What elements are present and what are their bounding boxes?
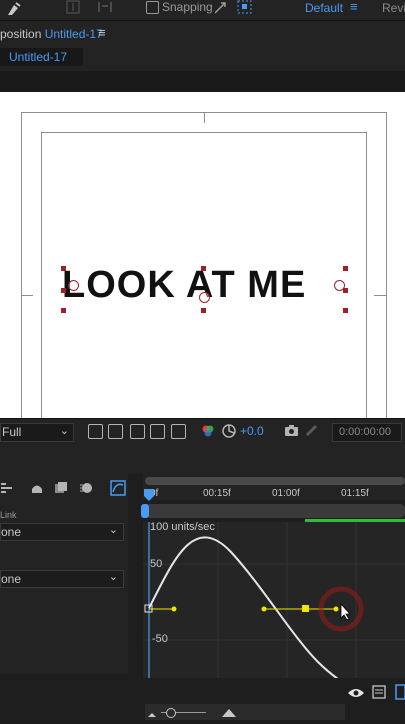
work-area-bar[interactable] (145, 504, 405, 518)
align-tool-icon[interactable] (64, 0, 82, 18)
snap-options-icon[interactable] (212, 0, 230, 18)
transform-handle[interactable] (61, 288, 66, 293)
composition-title: position Untitled-17 (0, 27, 103, 41)
exposure-value[interactable]: +0.0 (240, 424, 264, 438)
reset-exposure-icon[interactable] (222, 424, 236, 443)
composition-tab[interactable]: Untitled-17 (0, 48, 83, 66)
top-toolbar: Snapping Default ≡ Revie (0, 0, 405, 20)
chevron-down-icon: ⌄ (108, 571, 118, 583)
chevron-down-icon: ⌄ (108, 524, 118, 536)
bezier-handle (333, 606, 339, 612)
composition-name: Untitled-17 (44, 27, 103, 41)
playhead-marker[interactable] (143, 488, 155, 507)
camera-snapshot-icon[interactable] (284, 424, 299, 442)
graph-type-icon[interactable] (372, 685, 387, 704)
transform-handle[interactable] (61, 308, 66, 313)
bezier-handle (261, 606, 267, 612)
graph-axis-label: 50 (150, 558, 163, 570)
graph-editor-icon[interactable] (110, 480, 126, 501)
graph-units-label: 100 units/sec (150, 521, 215, 533)
guide-tick-right (374, 295, 386, 296)
transform-handle[interactable] (61, 266, 66, 271)
current-time-value: 0:00:00:00 (339, 426, 391, 438)
guide-tick-top (204, 112, 205, 123)
hamburger-icon[interactable]: ≡ (98, 25, 106, 40)
snap-keyframes-icon[interactable] (395, 684, 405, 705)
snapping-checkbox[interactable] (146, 1, 159, 14)
parent-select[interactable]: one ⌄ (0, 523, 124, 541)
snapping-label: Snapping (162, 0, 213, 14)
chevron-down-icon: ⌄ (59, 425, 69, 437)
guide-tick-left (21, 295, 33, 296)
bezier-handle (171, 606, 177, 612)
keyframe-selected (302, 605, 309, 612)
transform-handle[interactable] (201, 308, 206, 313)
hamburger-icon[interactable]: ≡ (350, 0, 358, 14)
graph-axis-label: -50 (152, 633, 168, 645)
parent-select-value: one (1, 525, 22, 539)
resolution-select[interactable]: Full ⌄ (0, 423, 74, 442)
time-navigator-bar[interactable] (145, 477, 405, 485)
layer-switches-icon[interactable] (0, 481, 14, 500)
anchor-point-icon[interactable] (68, 280, 79, 291)
transparency-grid-icon[interactable] (108, 424, 123, 439)
transform-handle[interactable] (201, 266, 206, 271)
resolution-value: Full (2, 425, 22, 439)
parent-link-label: Link (0, 510, 17, 520)
parent-select-value: one (1, 572, 22, 586)
composition-panel-header: position Untitled-17 ≡ Untitled-17 (0, 20, 405, 71)
anchor-point-icon[interactable] (334, 280, 345, 291)
color-channels-icon[interactable] (201, 424, 215, 443)
mask-visibility-icon[interactable] (130, 424, 145, 439)
composition-canvas[interactable]: LOOK AT ME (0, 92, 405, 423)
ruler-label: 01:00f (272, 488, 300, 499)
ruler-label: 00:15f (203, 488, 231, 499)
region-of-interest-icon[interactable] (150, 424, 165, 439)
fast-previews-icon[interactable] (88, 424, 103, 439)
zoom-thumb[interactable] (166, 708, 176, 718)
transform-handle[interactable] (343, 266, 348, 271)
zoom-in-icon[interactable] (221, 705, 237, 723)
workspace-default[interactable]: Default (305, 1, 343, 15)
grid-guides-icon[interactable] (171, 424, 186, 439)
viewer-controls-bar: Full ⌄ +0.0 0:00:00:00 (0, 418, 405, 445)
composition-tab-label: Untitled-17 (9, 50, 68, 64)
snap-guides-icon[interactable] (236, 0, 254, 18)
mouse-cursor-icon (340, 602, 351, 621)
distribute-tool-icon[interactable] (96, 0, 114, 18)
shy-layers-icon[interactable] (30, 481, 44, 500)
text-layer-headline[interactable]: LOOK AT ME (62, 264, 306, 307)
frame-blending-icon[interactable] (54, 481, 68, 500)
motion-blur-icon[interactable] (79, 481, 93, 500)
transform-handle[interactable] (343, 308, 348, 313)
zoom-out-icon[interactable] (147, 706, 157, 724)
workspace-review[interactable]: Revie (382, 1, 405, 15)
eye-icon[interactable] (347, 686, 365, 704)
timeline-toolbar (0, 444, 405, 492)
show-snapshot-icon[interactable] (305, 424, 319, 442)
composition-viewer: LOOK AT ME (0, 71, 405, 423)
zoom-slider[interactable] (145, 704, 345, 720)
current-time-field[interactable]: 0:00:00:00 (332, 423, 402, 442)
pen-tool-icon[interactable] (4, 0, 22, 18)
parent-select[interactable]: one ⌄ (0, 570, 124, 588)
anchor-point-icon[interactable] (199, 292, 210, 303)
ruler-label: 01:15f (341, 488, 369, 499)
